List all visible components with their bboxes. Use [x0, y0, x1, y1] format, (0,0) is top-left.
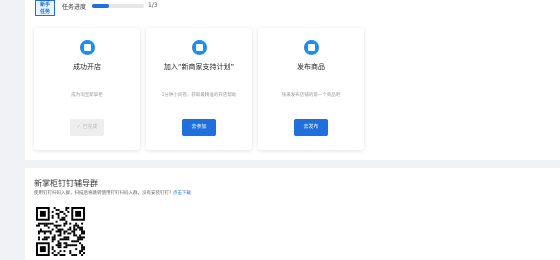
group-title: 新掌柜钉钉辅导群: [34, 179, 98, 188]
card-title: 成功开店: [73, 63, 101, 71]
progress-count: 1/3: [148, 2, 158, 9]
card-title: 发布商品: [297, 63, 325, 71]
card-desc: 快来发布店铺的第一个商品吧: [281, 93, 341, 98]
download-link[interactable]: 点击下载: [173, 191, 191, 196]
card-desc: 成为淘宝新掌柜: [71, 93, 103, 98]
product-icon: [304, 40, 319, 55]
group-desc: 使用钉钉扫码入群，扫描后将跳转使用钉钉扫码入群，没有安装钉钉? 点击下载: [34, 190, 191, 196]
badge-line-2: 任务: [39, 9, 50, 15]
task-card-publish-product: 发布商品 快来发布店铺的第一个商品吧 去发布: [258, 28, 364, 150]
task-card-join-plan: 加入“新商家支持计划” 1分钟小问卷，获取最精准的开店帮助 去参加: [146, 28, 252, 150]
badge-line-1: 新手: [39, 2, 50, 8]
progress-fill: [92, 4, 110, 8]
progress-bar: [92, 4, 144, 8]
clipboard-icon: [192, 40, 207, 55]
task-card-open-store: 成功开店 成为淘宝新掌柜 ✓ 已完成: [34, 28, 140, 150]
group-desc-text: 使用钉钉扫码入群，扫描后将跳转使用钉钉扫码入群，没有安装钉钉?: [34, 191, 172, 196]
qr-code-image: [36, 207, 85, 256]
dingtalk-group-panel: [25, 168, 560, 260]
card-title: 加入“新商家支持计划”: [163, 63, 235, 71]
progress-label: 任务进度: [62, 4, 87, 11]
card-desc: 1分钟小问卷，获取最精准的开店帮助: [161, 93, 237, 98]
publish-button[interactable]: 去发布: [294, 119, 328, 136]
newbie-task-badge: 新手 任务: [35, 0, 55, 16]
store-icon: [80, 40, 95, 55]
qr-code: [36, 207, 85, 256]
completed-button: ✓ 已完成: [70, 119, 104, 136]
join-button[interactable]: 去参加: [182, 119, 216, 136]
